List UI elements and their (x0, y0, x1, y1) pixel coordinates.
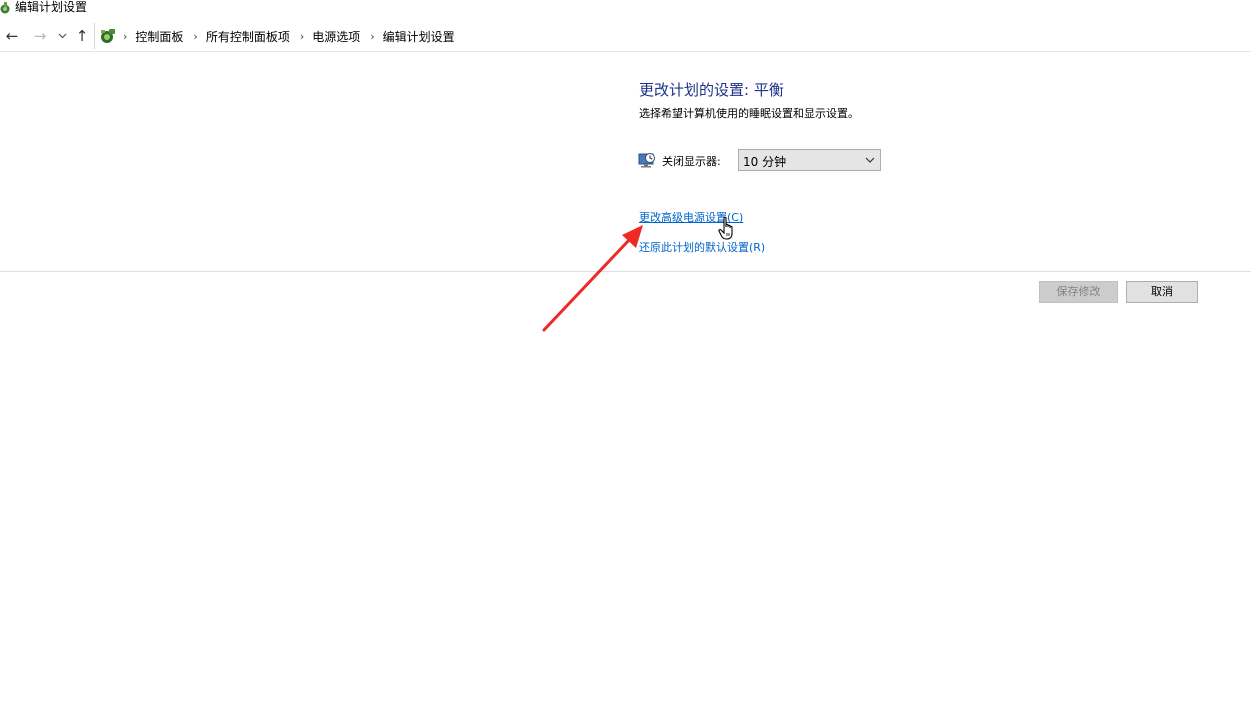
breadcrumb-item-edit-plan[interactable]: 编辑计划设置 (383, 28, 455, 45)
forward-arrow-icon[interactable]: → (31, 27, 49, 45)
breadcrumb-separator-icon: › (299, 29, 305, 43)
chevron-down-icon (865, 157, 875, 163)
breadcrumb-item-all-items[interactable]: 所有控制面板项 (206, 28, 290, 45)
breadcrumb: › 控制面板 › 所有控制面板项 › 电源选项 › 编辑计划设置 (123, 23, 465, 49)
hand-pointer-cursor-icon (718, 216, 733, 240)
display-off-dropdown[interactable]: 10 分钟 (738, 149, 881, 171)
page-description: 选择希望计算机使用的睡眠设置和显示设置。 (639, 107, 859, 120)
control-panel-icon (101, 29, 115, 43)
breadcrumb-separator-icon: › (123, 29, 128, 43)
recent-locations-chevron-icon[interactable] (55, 27, 69, 45)
breadcrumb-separator-icon: › (193, 29, 198, 43)
breadcrumb-item-power-options[interactable]: 电源选项 (312, 28, 360, 45)
cancel-button[interactable]: 取消 (1126, 281, 1198, 303)
restore-defaults-link[interactable]: 还原此计划的默认设置(R) (639, 239, 765, 255)
page-title: 更改计划的设置: 平衡 (639, 81, 784, 99)
power-options-icon (0, 2, 10, 14)
display-off-label: 关闭显示器: (662, 155, 721, 168)
window-title: 编辑计划设置 (15, 0, 88, 14)
back-arrow-icon[interactable]: ← (3, 27, 21, 45)
address-bar[interactable]: › 控制面板 › 所有控制面板项 › 电源选项 › 编辑计划设置 (94, 23, 1251, 49)
monitor-clock-icon (638, 153, 655, 168)
annotation-arrow-icon (542, 225, 643, 332)
display-off-setting: 关闭显示器: 10 分钟 (638, 149, 898, 173)
title-bar: 编辑计划设置 (0, 0, 1251, 20)
navigation-bar: ← → ↑ › 控制面板 › 所有控制面板项 › 电源选项 › 编辑计划设置 (0, 21, 1251, 52)
breadcrumb-item-control-panel[interactable]: 控制面板 (135, 28, 183, 45)
main-content: 更改计划的设置: 平衡 选择希望计算机使用的睡眠设置和显示设置。 关闭显示器: … (0, 52, 1251, 703)
save-changes-button[interactable]: 保存修改 (1039, 281, 1118, 303)
breadcrumb-separator-icon: › (370, 29, 375, 43)
up-arrow-icon[interactable]: ↑ (74, 27, 90, 45)
display-off-selected-value: 10 分钟 (743, 155, 787, 169)
